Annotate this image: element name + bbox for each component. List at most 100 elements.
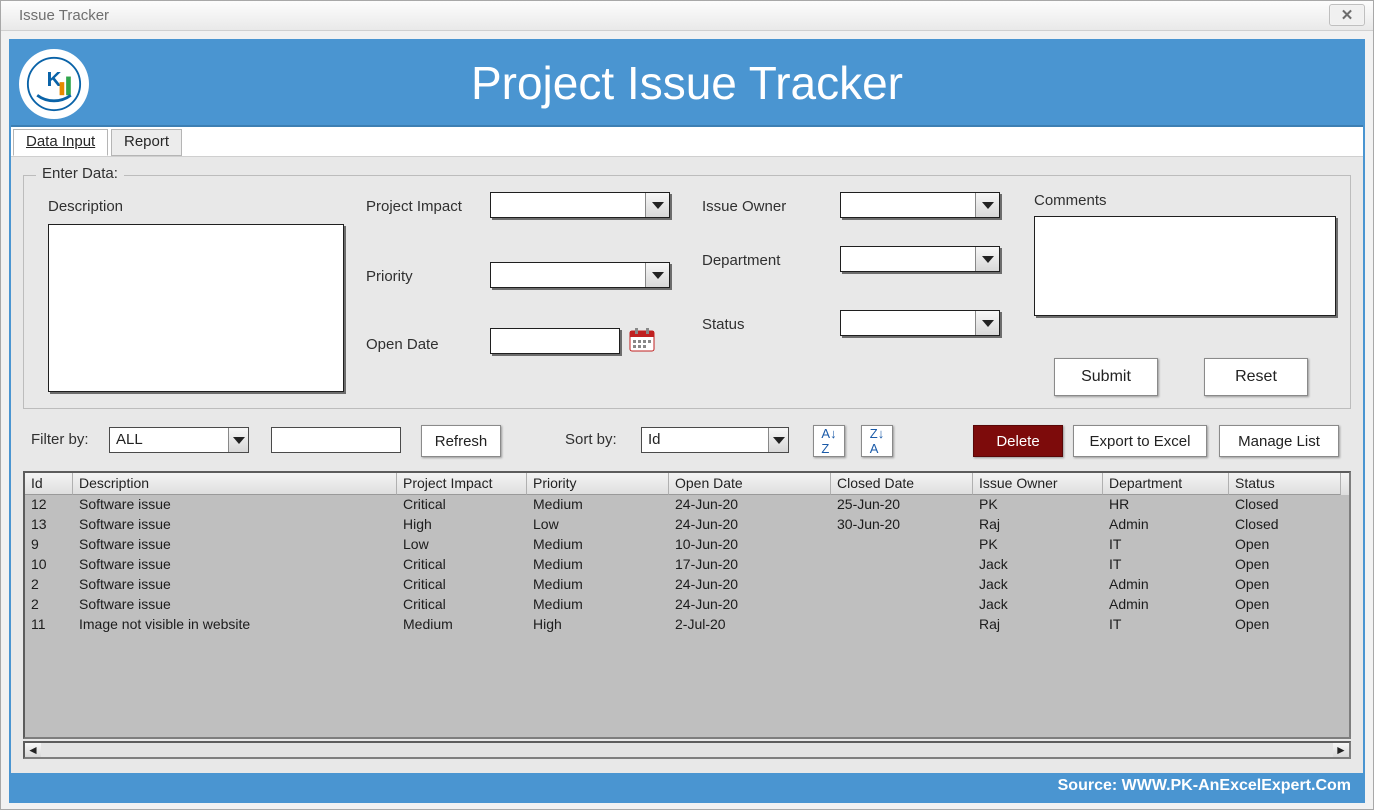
description-label: Description <box>48 198 123 215</box>
table-cell: 30-Jun-20 <box>831 515 973 535</box>
table-cell: Open <box>1229 595 1341 615</box>
issue-listview[interactable]: Id Description Project Impact Priority O… <box>23 471 1351 739</box>
banner: K Project Issue Tracker <box>11 41 1363 127</box>
table-cell: Software issue <box>73 515 397 535</box>
button-label: Export to Excel <box>1090 433 1191 450</box>
table-cell: Closed <box>1229 495 1341 515</box>
department-combo[interactable] <box>840 246 1000 272</box>
chevron-down-icon[interactable] <box>645 263 669 287</box>
col-status[interactable]: Status <box>1229 473 1341 495</box>
tab-report[interactable]: Report <box>111 129 182 156</box>
table-cell: IT <box>1103 615 1229 635</box>
close-icon[interactable]: ✕ <box>1329 4 1365 26</box>
footer-bar: Source: WWW.PK-AnExcelExpert.Com <box>11 773 1363 801</box>
table-cell: Software issue <box>73 575 397 595</box>
delete-button[interactable]: Delete <box>973 425 1063 457</box>
table-cell: Medium <box>527 535 669 555</box>
table-cell: Medium <box>527 595 669 615</box>
open-date-input[interactable] <box>490 328 620 354</box>
table-cell: 24-Jun-20 <box>669 495 831 515</box>
table-cell: 25-Jun-20 <box>831 495 973 515</box>
col-id[interactable]: Id <box>25 473 73 495</box>
status-combo[interactable] <box>840 310 1000 336</box>
table-cell: Closed <box>1229 515 1341 535</box>
col-open-date[interactable]: Open Date <box>669 473 831 495</box>
table-cell: Open <box>1229 555 1341 575</box>
tab-label: Data Input <box>26 133 95 150</box>
table-cell: 10-Jun-20 <box>669 535 831 555</box>
chevron-down-icon[interactable] <box>228 428 248 452</box>
table-cell: Jack <box>973 595 1103 615</box>
table-cell: 17-Jun-20 <box>669 555 831 575</box>
table-cell: Low <box>527 515 669 535</box>
reset-button[interactable]: Reset <box>1204 358 1308 396</box>
table-row[interactable]: 2Software issueCriticalMedium24-Jun-20Ja… <box>25 595 1349 615</box>
table-cell: IT <box>1103 535 1229 555</box>
col-closed-date[interactable]: Closed Date <box>831 473 973 495</box>
table-cell: Admin <box>1103 575 1229 595</box>
col-department[interactable]: Department <box>1103 473 1229 495</box>
sort-asc-button[interactable]: A↓Z <box>813 425 845 457</box>
scroll-left-icon[interactable]: ◄ <box>25 743 41 757</box>
table-cell: PK <box>973 535 1103 555</box>
col-description[interactable]: Description <box>73 473 397 495</box>
table-row[interactable]: 13Software issueHighLow24-Jun-2030-Jun-2… <box>25 515 1349 535</box>
table-cell: High <box>397 515 527 535</box>
table-cell: Raj <box>973 615 1103 635</box>
refresh-button[interactable]: Refresh <box>421 425 501 457</box>
department-label: Department <box>702 252 780 269</box>
table-cell: PK <box>973 495 1103 515</box>
col-project-impact[interactable]: Project Impact <box>397 473 527 495</box>
table-cell: Low <box>397 535 527 555</box>
inner-frame: K Project Issue Tracker Data Input Repor… <box>9 39 1365 803</box>
table-cell <box>831 555 973 575</box>
tab-data-input[interactable]: Data Input <box>13 129 108 156</box>
priority-combo[interactable] <box>490 262 670 288</box>
table-row[interactable]: 10Software issueCriticalMedium17-Jun-20J… <box>25 555 1349 575</box>
chevron-down-icon[interactable] <box>975 193 999 217</box>
table-cell: 2-Jul-20 <box>669 615 831 635</box>
chevron-down-icon[interactable] <box>975 311 999 335</box>
project-impact-combo[interactable] <box>490 192 670 218</box>
table-cell: 24-Jun-20 <box>669 575 831 595</box>
export-excel-button[interactable]: Export to Excel <box>1073 425 1207 457</box>
button-label: Submit <box>1081 368 1131 386</box>
filter-text-input[interactable] <box>271 427 401 453</box>
table-cell: HR <box>1103 495 1229 515</box>
horizontal-scrollbar[interactable]: ◄ ► <box>23 741 1351 759</box>
scroll-right-icon[interactable]: ► <box>1333 743 1349 757</box>
svg-text:K: K <box>47 68 62 91</box>
table-cell: Critical <box>397 495 527 515</box>
manage-list-button[interactable]: Manage List <box>1219 425 1339 457</box>
sort-by-combo[interactable]: Id <box>641 427 789 453</box>
logo-icon: K <box>19 49 89 119</box>
chevron-down-icon[interactable] <box>645 193 669 217</box>
table-row[interactable]: 2Software issueCriticalMedium24-Jun-20Ja… <box>25 575 1349 595</box>
calendar-icon[interactable] <box>628 326 656 354</box>
comments-label: Comments <box>1034 192 1107 209</box>
table-row[interactable]: 12Software issueCriticalMedium24-Jun-202… <box>25 495 1349 515</box>
table-cell: Critical <box>397 595 527 615</box>
submit-button[interactable]: Submit <box>1054 358 1158 396</box>
table-cell: IT <box>1103 555 1229 575</box>
issue-owner-label: Issue Owner <box>702 198 786 215</box>
col-issue-owner[interactable]: Issue Owner <box>973 473 1103 495</box>
issue-owner-combo[interactable] <box>840 192 1000 218</box>
table-cell: Critical <box>397 575 527 595</box>
footer-text: Source: WWW.PK-AnExcelExpert.Com <box>1058 777 1351 794</box>
open-date-label: Open Date <box>366 336 439 353</box>
filter-value: ALL <box>116 431 143 448</box>
button-label: Manage List <box>1238 433 1320 450</box>
comments-input[interactable] <box>1034 216 1336 316</box>
table-row[interactable]: 11Image not visible in websiteMediumHigh… <box>25 615 1349 635</box>
chevron-down-icon[interactable] <box>975 247 999 271</box>
description-input[interactable] <box>48 224 344 392</box>
table-cell <box>831 535 973 555</box>
table-row[interactable]: 9Software issueLowMedium10-Jun-20PKITOpe… <box>25 535 1349 555</box>
sort-desc-button[interactable]: Z↓A <box>861 425 893 457</box>
table-cell: Medium <box>527 555 669 575</box>
filter-by-combo[interactable]: ALL <box>109 427 249 453</box>
col-priority[interactable]: Priority <box>527 473 669 495</box>
table-cell: Open <box>1229 615 1341 635</box>
chevron-down-icon[interactable] <box>768 428 788 452</box>
